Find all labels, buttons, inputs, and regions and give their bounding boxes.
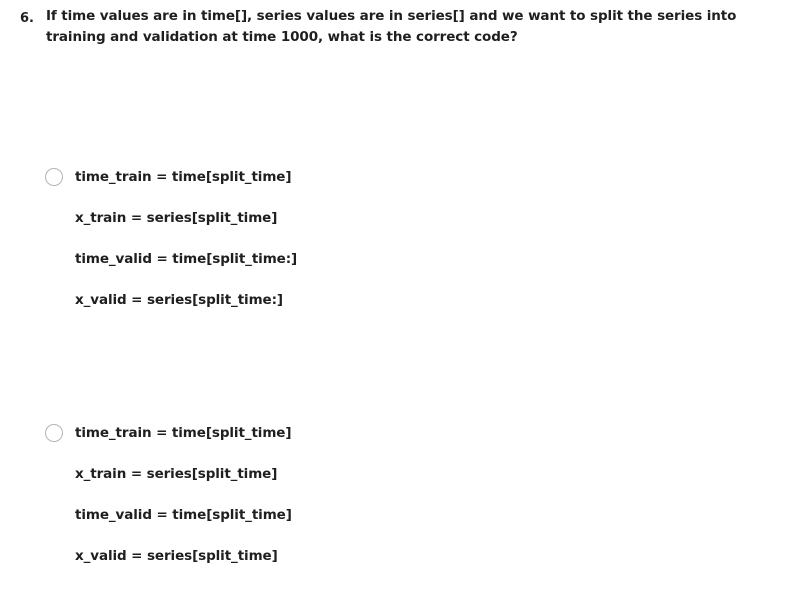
option-1-line-2: x_train = series[split_time] <box>75 210 278 226</box>
question-number: 6. <box>20 11 34 26</box>
option-2-line-1: time_train = time[split_time] <box>75 425 292 441</box>
option-1-line-1: time_train = time[split_time] <box>75 169 292 185</box>
option-2-line-3: time_valid = time[split_time] <box>75 507 292 523</box>
option-1-line-4: x_valid = series[split_time:] <box>75 292 283 308</box>
option-2-line-4: x_valid = series[split_time] <box>75 548 278 564</box>
option-2-line-2: x_train = series[split_time] <box>75 466 278 482</box>
radio-button-option-2[interactable] <box>45 424 63 442</box>
question-text: If time values are in time[], series val… <box>46 8 737 45</box>
radio-button-option-1[interactable] <box>45 168 63 186</box>
option-1-line-3: time_valid = time[split_time:] <box>75 251 298 267</box>
